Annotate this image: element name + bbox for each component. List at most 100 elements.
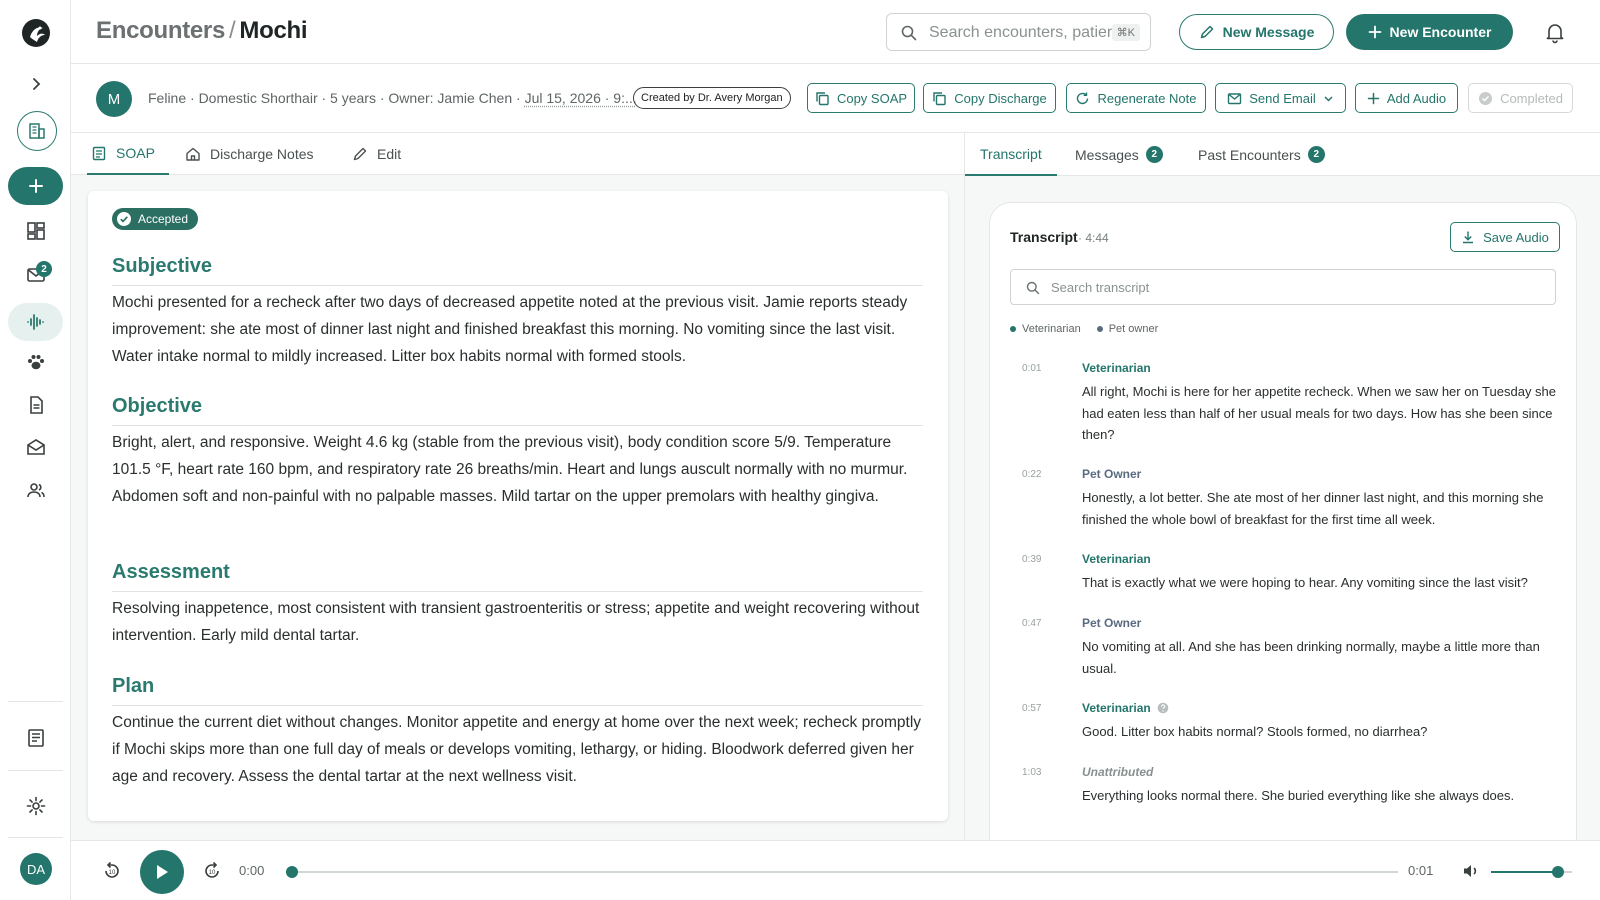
tab-past-encounters[interactable]: Past Encounters 2 <box>1198 133 1325 176</box>
global-search-input[interactable]: Search encounters, patien ⌘K <box>886 13 1151 51</box>
plus-icon <box>1367 92 1380 104</box>
utterance-speaker: Veterinarian <box>1082 552 1151 566</box>
legend-item-pet-owner: Pet owner <box>1096 323 1158 335</box>
patient-avatar: M <box>96 81 132 117</box>
section-divider <box>112 705 923 706</box>
utterance-text: Honestly, a lot better. She ate most of … <box>1082 490 1544 527</box>
section-body-assessment[interactable]: Resolving inappetence, most consistent w… <box>112 595 923 649</box>
search-icon <box>901 25 917 41</box>
play-button[interactable] <box>140 850 184 894</box>
volume-thumb[interactable] <box>1552 866 1564 878</box>
volume-icon[interactable] <box>1461 861 1481 881</box>
mail-open-icon[interactable] <box>24 435 48 459</box>
tab-edit[interactable]: Edit <box>352 133 401 175</box>
section-divider <box>112 591 923 592</box>
left-rail: 2 DA <box>0 0 71 900</box>
new-message-label: New Message <box>1222 24 1315 40</box>
legend-dot <box>1096 326 1103 333</box>
audio-player: 10 10 0:00 0:01 <box>71 840 1600 900</box>
tab-soap[interactable]: SOAP <box>87 133 169 175</box>
volume-track-filled[interactable] <box>1491 871 1558 873</box>
transcript-search-input[interactable]: Search transcript <box>1010 269 1556 305</box>
send-email-button[interactable]: Send Email <box>1215 83 1346 113</box>
new-item-button[interactable] <box>8 167 63 205</box>
fast-forward-icon[interactable]: 10 <box>202 861 222 881</box>
breadcrumb: Encounters / Mochi <box>96 17 308 45</box>
regenerate-note-button[interactable]: Regenerate Note <box>1066 83 1206 113</box>
messages-count-badge: 2 <box>1145 146 1163 163</box>
rail-divider <box>8 837 63 838</box>
svg-text:10: 10 <box>109 870 116 876</box>
utterance-timestamp[interactable]: 0:39 <box>1022 554 1041 565</box>
check-circle-icon <box>117 212 131 226</box>
search-placeholder: Search encounters, patien <box>929 24 1114 41</box>
encounter-date[interactable]: Jul 15, 2026 · 9:... <box>525 90 637 106</box>
refresh-icon <box>1077 92 1089 104</box>
utterance-text: Everything looks normal there. She burie… <box>1082 788 1515 803</box>
section-body-plan[interactable]: Continue the current diet without change… <box>112 709 923 790</box>
utterance-speaker: Unattributed <box>1082 765 1154 779</box>
tab-transcript[interactable]: Transcript <box>965 133 1057 176</box>
section-body-subjective[interactable]: Mochi presented for a recheck after two … <box>112 289 923 370</box>
send-email-label: Send Email <box>1249 90 1316 106</box>
dashboard-icon[interactable] <box>24 219 48 243</box>
utterance-text: No vomiting at all. And she has been dri… <box>1082 639 1540 676</box>
utterance-speaker: Veterinarian <box>1082 701 1151 715</box>
right-tabs: Transcript Messages 2 Past Encounters 2 <box>965 133 1600 176</box>
paw-icon[interactable] <box>24 350 48 374</box>
utterance-text: That is exactly what we were hoping to h… <box>1082 575 1528 590</box>
patient-summary-text: Feline · Domestic Shorthair · 5 years · … <box>148 90 521 106</box>
team-icon[interactable] <box>24 478 48 502</box>
plus-icon <box>1368 25 1381 39</box>
completed-label: Completed <box>1500 90 1563 106</box>
tab-soap-label: SOAP <box>116 145 155 161</box>
utterance-timestamp[interactable]: 0:01 <box>1022 363 1041 374</box>
search-shortcut-hint: ⌘K <box>1111 24 1140 41</box>
section-heading-assessment: Assessment <box>112 561 230 583</box>
new-message-button[interactable]: New Message <box>1179 14 1334 50</box>
add-audio-button[interactable]: Add Audio <box>1355 83 1458 113</box>
section-body-objective[interactable]: Bright, alert, and responsive. Weight 4.… <box>112 429 923 510</box>
audio-encounters-icon[interactable] <box>24 310 48 334</box>
tab-discharge-notes[interactable]: Discharge Notes <box>185 133 314 175</box>
status-badge-label: Accepted <box>138 212 189 226</box>
user-avatar[interactable]: DA <box>20 853 52 885</box>
breadcrumb-encounters-link[interactable]: Encounters <box>96 17 225 44</box>
save-audio-button[interactable]: Save Audio <box>1450 222 1560 252</box>
legend-label: Veterinarian <box>1022 323 1081 335</box>
notes-list-icon[interactable] <box>24 726 48 750</box>
utterance-timestamp[interactable]: 0:22 <box>1022 469 1041 480</box>
expand-sidebar-icon[interactable] <box>26 74 46 94</box>
copy-discharge-label: Copy Discharge <box>954 90 1047 106</box>
transcript-duration: · 4:44 <box>1078 231 1109 245</box>
tab-messages[interactable]: Messages 2 <box>1075 133 1163 176</box>
utterance-speaker: Pet Owner <box>1082 616 1142 630</box>
patient-info-bar: M Feline · Domestic Shorthair · 5 years … <box>71 64 1600 133</box>
tab-edit-label: Edit <box>377 146 402 162</box>
copy-soap-button[interactable]: Copy SOAP <box>807 83 915 113</box>
notifications-bell-icon[interactable] <box>1543 20 1567 44</box>
copy-discharge-button[interactable]: Copy Discharge <box>923 83 1056 113</box>
home-icon <box>186 147 200 161</box>
building-icon <box>29 123 45 139</box>
copy-soap-label: Copy SOAP <box>836 90 908 106</box>
seek-thumb[interactable] <box>286 866 298 878</box>
rewind-icon[interactable]: 10 <box>102 861 122 881</box>
download-icon <box>1463 231 1474 244</box>
help-circle-icon[interactable] <box>1157 702 1169 714</box>
speaker-legend: Veterinarian Pet owner <box>1010 323 1158 335</box>
plus-icon <box>28 179 43 193</box>
completed-button[interactable]: Completed <box>1468 83 1573 113</box>
app-logo-icon[interactable] <box>21 17 51 49</box>
utterance-timestamp[interactable]: 0:57 <box>1022 703 1041 714</box>
utterance-timestamp[interactable]: 0:47 <box>1022 618 1041 629</box>
new-encounter-label: New Encounter <box>1389 24 1492 40</box>
seek-track[interactable] <box>290 871 1398 873</box>
settings-gear-icon[interactable] <box>24 794 48 818</box>
document-icon[interactable] <box>24 393 48 417</box>
utterance-timestamp[interactable]: 1:03 <box>1022 767 1041 778</box>
clinic-switcher-button[interactable] <box>17 111 57 151</box>
breadcrumb-separator: / <box>229 17 236 44</box>
tab-past-encounters-label: Past Encounters <box>1198 146 1301 163</box>
new-encounter-button[interactable]: New Encounter <box>1346 14 1513 50</box>
